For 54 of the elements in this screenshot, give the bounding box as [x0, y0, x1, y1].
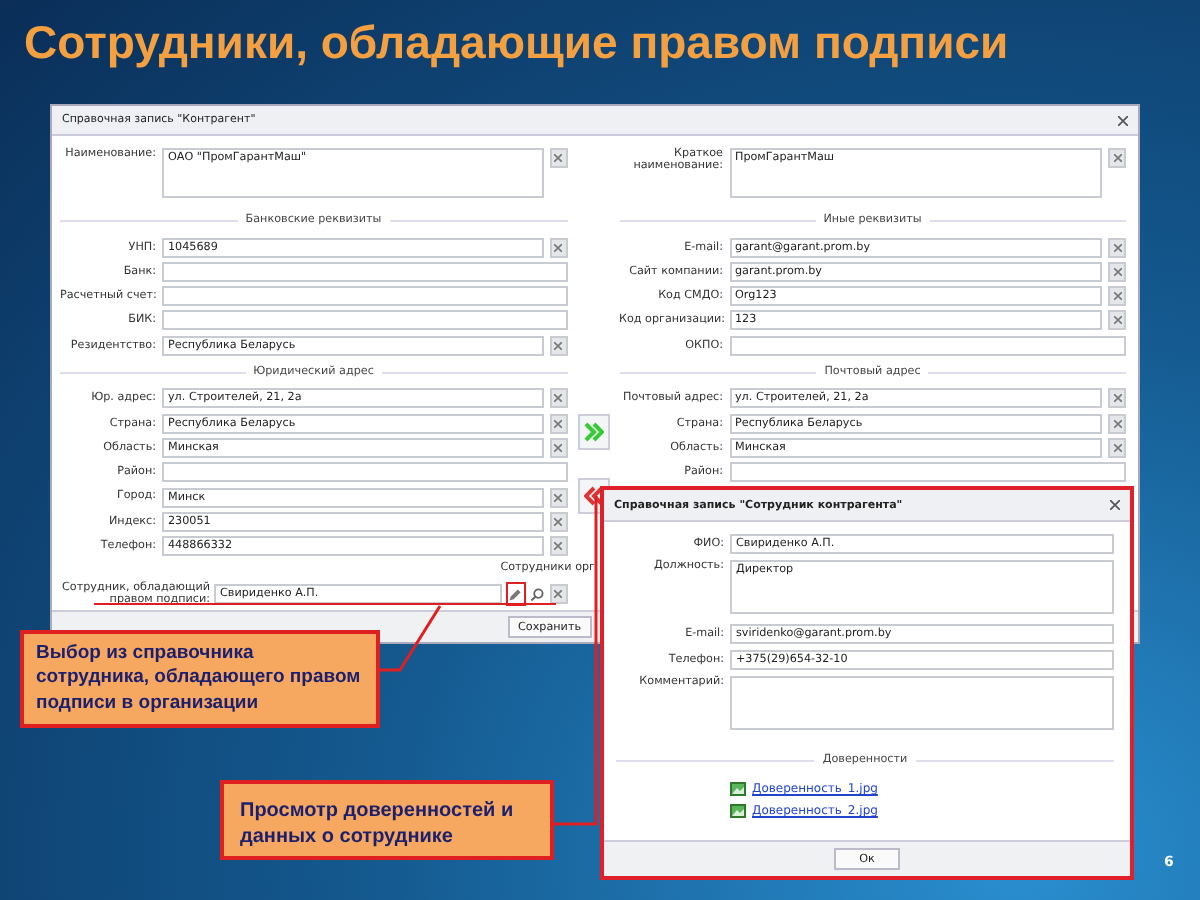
clear-button[interactable] — [1108, 148, 1126, 168]
clear-icon — [1113, 316, 1121, 325]
clear-icon — [1113, 443, 1121, 452]
clear-button[interactable] — [549, 237, 567, 258]
input-field[interactable] — [729, 335, 1126, 356]
input-field[interactable] — [162, 261, 567, 282]
leader-line — [380, 605, 442, 672]
clear-icon — [1113, 267, 1121, 276]
callout-note: Выбор из справочника сотрудника, обладающего правом подписи в организации — [20, 630, 380, 729]
image-file-icon — [730, 804, 746, 818]
clear-button[interactable] — [1108, 388, 1126, 409]
clear-button[interactable] — [1108, 286, 1126, 307]
chevrons-left-icon — [583, 486, 603, 506]
input-field[interactable] — [162, 462, 567, 483]
clear-button[interactable] — [549, 437, 567, 458]
clear-icon — [1113, 292, 1121, 301]
clear-icon — [1113, 394, 1121, 403]
input-field[interactable] — [162, 286, 567, 307]
close-icon[interactable] — [1110, 500, 1120, 510]
clear-icon — [554, 341, 562, 350]
clear-button[interactable] — [1108, 310, 1126, 331]
clear-icon — [554, 443, 562, 452]
clear-icon — [554, 243, 562, 252]
clear-button[interactable] — [549, 413, 567, 434]
clear-icon — [554, 154, 562, 162]
clear-button[interactable] — [549, 584, 567, 605]
search-icon[interactable] — [529, 587, 543, 602]
clear-icon — [554, 419, 562, 428]
clear-button[interactable] — [1108, 437, 1126, 458]
edit-button[interactable] — [505, 582, 525, 607]
clear-icon — [554, 493, 562, 502]
callout-note: Просмотр доверенностей и данных о сотруднике — [220, 780, 554, 860]
input-field[interactable] — [162, 310, 567, 331]
clear-icon — [1113, 154, 1121, 162]
clear-button[interactable] — [549, 536, 567, 557]
clear-button[interactable] — [549, 335, 567, 356]
clear-icon — [1113, 243, 1121, 252]
clear-icon — [554, 394, 562, 403]
clear-button[interactable] — [1108, 413, 1126, 434]
clear-button[interactable] — [549, 487, 567, 508]
clear-button[interactable] — [549, 148, 567, 168]
clear-icon — [554, 590, 562, 599]
input-field[interactable] — [729, 462, 1126, 483]
image-file-icon — [730, 782, 746, 796]
clear-button[interactable] — [1108, 261, 1126, 282]
chevrons-right-icon — [583, 422, 603, 442]
clear-icon — [554, 517, 562, 526]
slide-title: Сотрудники, обладающие правом подписи — [24, 16, 1009, 70]
clear-button[interactable] — [549, 511, 567, 532]
clear-icon — [1113, 419, 1121, 428]
clear-icon — [554, 542, 562, 551]
clear-button[interactable] — [549, 388, 567, 409]
clear-button[interactable] — [1108, 237, 1126, 258]
close-icon[interactable] — [1118, 115, 1128, 125]
